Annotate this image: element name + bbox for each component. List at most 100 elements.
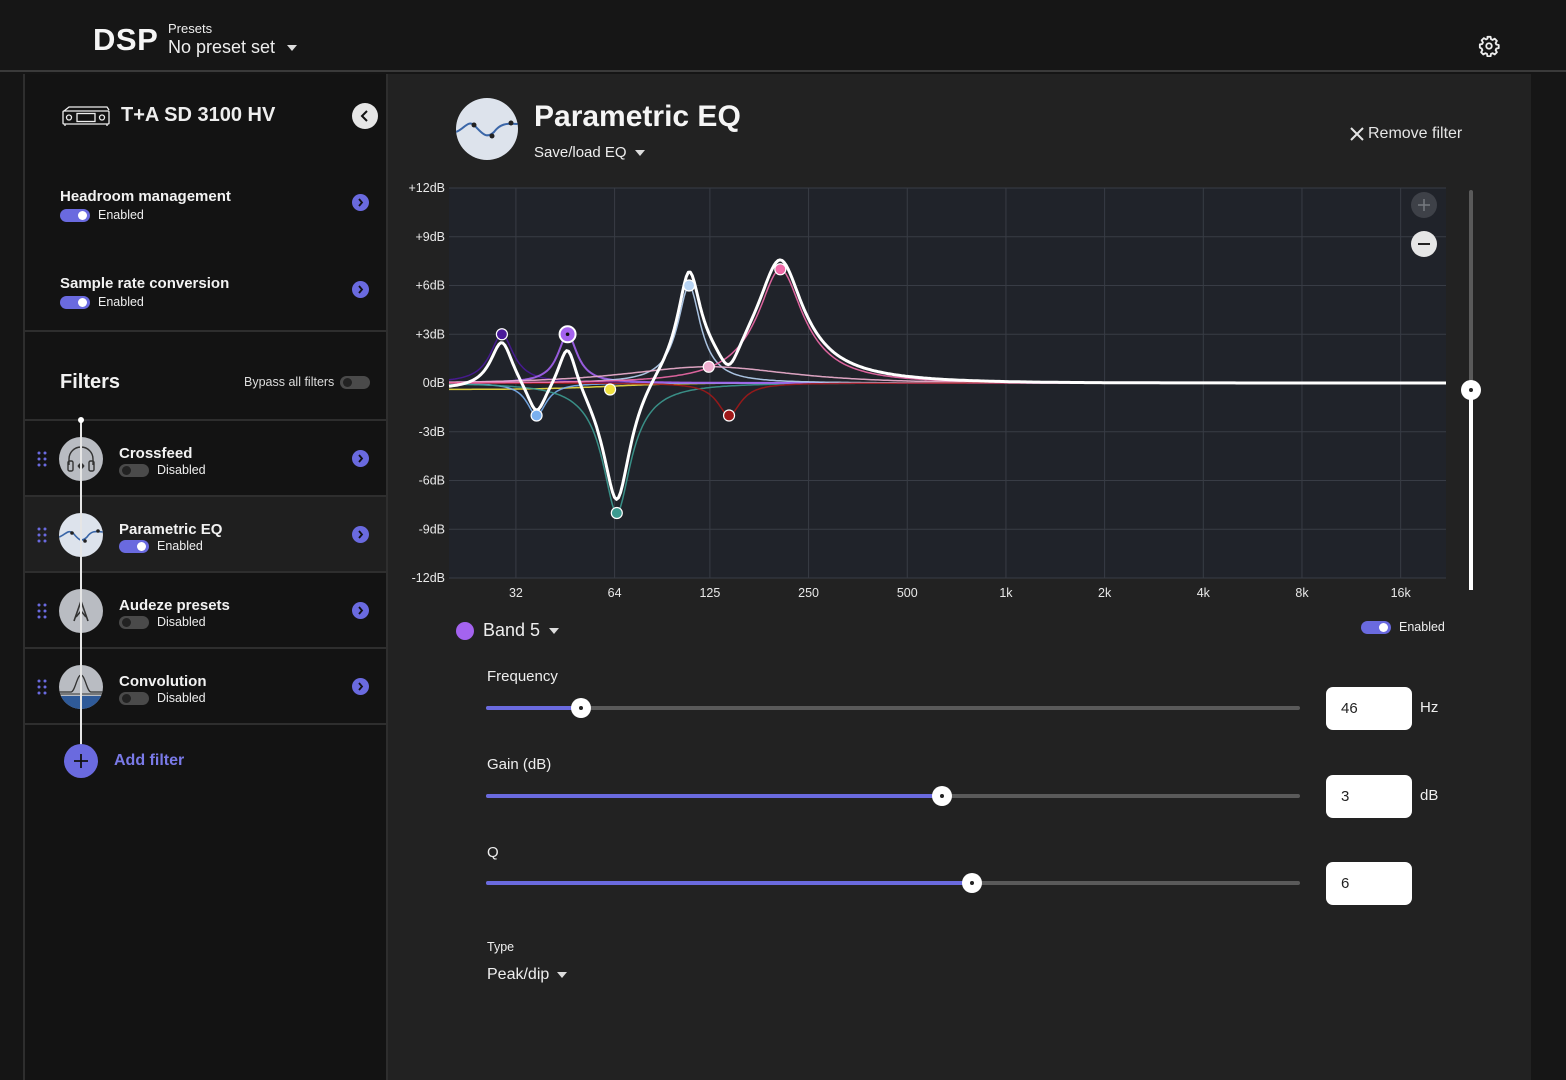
filter-chain-start (78, 417, 84, 423)
drag-handle-icon[interactable] (37, 451, 47, 467)
gain-input[interactable] (1326, 775, 1412, 818)
audeze-presets-toggle[interactable] (119, 615, 149, 629)
drag-handle-icon[interactable] (37, 603, 47, 619)
drag-handle-icon[interactable] (37, 679, 47, 695)
sample-rate-open-button[interactable] (352, 281, 369, 298)
gain-slider[interactable] (486, 786, 1300, 806)
collapse-sidebar-button[interactable] (352, 103, 378, 129)
crossfeed-toggle[interactable] (119, 463, 149, 477)
bypass-all-filters: Bypass all filters (244, 375, 371, 389)
chevron-right-icon (358, 682, 364, 691)
gain-slider-fill (486, 794, 942, 798)
headroom-open-button[interactable] (352, 194, 369, 211)
band-handle-6[interactable] (682, 279, 696, 292)
band-handle-1[interactable] (603, 383, 617, 396)
convolution-open-button[interactable] (352, 678, 369, 695)
frequency-label: Frequency (487, 668, 558, 685)
filters-title: Filters (60, 371, 121, 393)
zoom-in-button[interactable] (1411, 192, 1437, 218)
filter-name: Convolution (119, 673, 207, 690)
band-handle-2[interactable] (495, 328, 508, 341)
filter-status: Enabled (157, 539, 203, 553)
filter-chain-line (80, 420, 82, 760)
save-load-eq-dropdown[interactable]: Save/load EQ (534, 144, 645, 161)
x-tick-label: 2k (1098, 586, 1112, 600)
filter-name: Audeze presets (119, 597, 230, 614)
setting-title: Sample rate conversion (60, 275, 230, 292)
caret-down-icon (549, 627, 560, 634)
save-load-label: Save/load EQ (534, 144, 627, 161)
gear-icon[interactable] (1478, 35, 1500, 57)
band-selector[interactable]: Band 5 (456, 620, 560, 641)
bypass-toggle[interactable] (340, 375, 371, 389)
main-panel: Parametric EQ Save/load EQ Remove filter… (388, 74, 1531, 1080)
presets-label: Presets (168, 21, 213, 36)
band-enabled-toggle[interactable] (1361, 620, 1391, 634)
q-slider-fill (486, 881, 972, 885)
chevron-right-icon (358, 606, 364, 615)
y-tick-label: -3dB (419, 425, 445, 439)
add-filter-button[interactable]: Add filter (64, 744, 184, 778)
plus-icon (64, 744, 98, 778)
parametric-eq-icon (456, 98, 518, 160)
band-handle-7[interactable] (702, 360, 715, 373)
frequency-slider-fill (486, 706, 582, 710)
q-label: Q (487, 844, 499, 861)
drag-handle-icon[interactable] (37, 527, 47, 543)
presets-value: No preset set (168, 37, 276, 57)
eq-chart[interactable]: +12dB +9dB +6dB +3dB 0dB -3dB -6dB -9dB -12dB 32 6… (388, 180, 1458, 610)
frequency-slider[interactable] (486, 698, 1300, 718)
headroom-toggle[interactable] (60, 208, 90, 222)
gain-label: Gain (dB) (487, 756, 552, 773)
band-handle-4[interactable] (610, 506, 623, 520)
parametric-eq-toggle[interactable] (119, 539, 149, 553)
chevron-left-icon (360, 110, 368, 122)
bypass-label: Bypass all filters (244, 375, 335, 389)
type-dropdown[interactable]: Peak/dip (487, 966, 568, 984)
output-gain-slider-thumb[interactable] (1461, 380, 1481, 400)
frequency-slider-thumb[interactable] (571, 698, 592, 718)
band-name: Band 5 (483, 620, 541, 640)
type-label: Type (487, 940, 515, 954)
x-tick-label: 32 (509, 586, 523, 600)
minus-icon (1418, 243, 1430, 245)
band-handle-9[interactable] (774, 263, 787, 276)
frequency-input[interactable] (1326, 687, 1412, 730)
add-filter-label: Add filter (114, 752, 185, 769)
chevron-right-icon (358, 285, 364, 294)
setting-title: Headroom management (60, 188, 231, 205)
setting-status: Enabled (98, 208, 144, 222)
band-enabled: Enabled (1361, 620, 1445, 634)
x-tick-label: 250 (798, 586, 819, 600)
q-input[interactable] (1326, 862, 1412, 905)
y-tick-label: -9dB (419, 522, 445, 536)
y-tick-label: +12dB (409, 181, 446, 195)
remove-filter-label: Remove filter (1368, 125, 1463, 142)
filter-name: Crossfeed (119, 445, 193, 462)
sidebar: T+A SD 3100 HV Headroom management Enabl… (25, 74, 388, 1080)
zoom-out-button[interactable] (1411, 231, 1437, 257)
filter-status: Disabled (157, 615, 206, 629)
parametric-eq-open-button[interactable] (352, 526, 369, 543)
gain-slider-thumb[interactable] (931, 786, 952, 806)
setting-sample-rate-conversion: Sample rate conversion Enabled (60, 275, 380, 309)
q-slider[interactable] (486, 873, 1300, 893)
y-tick-label: -12dB (412, 571, 445, 585)
device-header: T+A SD 3100 HV (61, 104, 275, 127)
band-status: Enabled (1399, 620, 1445, 634)
left-gutter (0, 74, 25, 1080)
band-handle-3[interactable] (530, 409, 543, 422)
remove-filter-button[interactable]: Remove filter (1350, 125, 1462, 143)
audeze-presets-open-button[interactable] (352, 602, 369, 619)
plus-icon (1418, 199, 1430, 211)
filter-name: Parametric EQ (119, 521, 223, 538)
sample-rate-toggle[interactable] (60, 295, 90, 309)
setting-status: Enabled (98, 295, 144, 309)
convolution-toggle[interactable] (119, 691, 149, 705)
crossfeed-open-button[interactable] (352, 450, 369, 467)
presets-dropdown[interactable]: No preset set (168, 37, 298, 58)
q-slider-thumb[interactable] (961, 873, 982, 893)
band-handle-8[interactable] (722, 409, 736, 422)
page-title: Parametric EQ (534, 100, 741, 133)
y-tick-label: +3dB (415, 327, 445, 341)
